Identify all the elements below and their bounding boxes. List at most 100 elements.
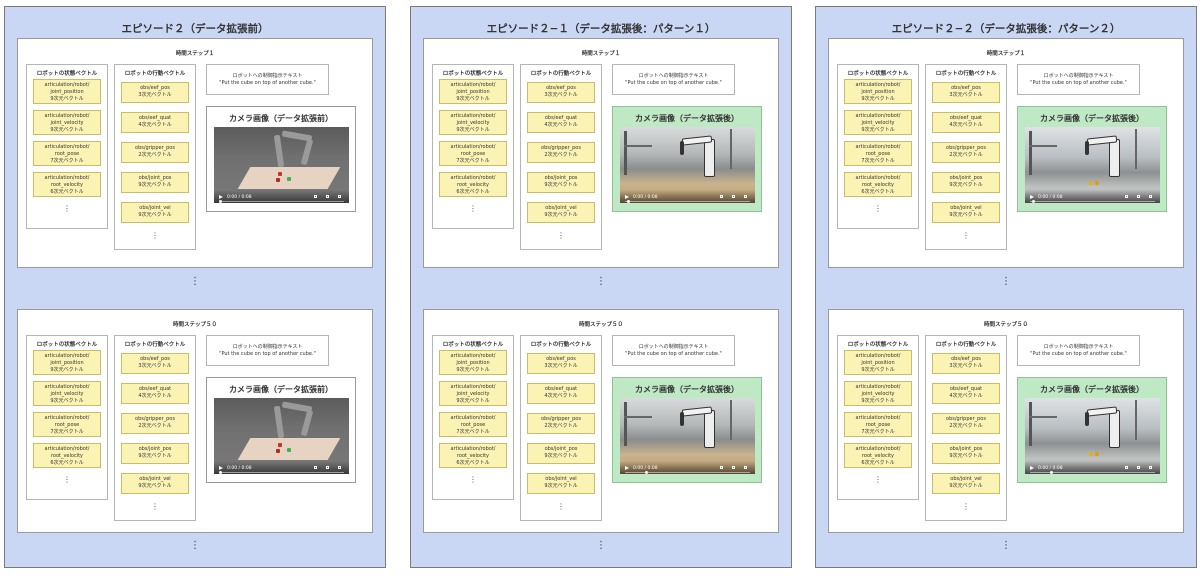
background-shelf (624, 416, 652, 418)
progress-knob[interactable] (645, 471, 648, 474)
camera-video-player[interactable]: 0:00 / 0:08 (620, 398, 755, 474)
progress-knob[interactable] (1050, 471, 1053, 474)
action-vector-item: obs/gripper_pos 2次元ベクトル (121, 142, 189, 163)
instruction-header: ロボットへの制御指示テキスト (638, 73, 709, 79)
state-vector-box: ロボットの状態ベクトル articulation/robot/joint_posi… (432, 64, 514, 229)
action-vector-box: ロボットの行動ベクトル obs/eef_pos 3次元ベクトル obs/eef_qua… (114, 335, 196, 521)
action-vector-item: obs/eef_pos 3次元ベクトル (527, 353, 595, 374)
action-item-line: obs/eef_quat (544, 386, 578, 392)
state-vector-box: ロボットの状態ベクトル articulation/robot/joint_posi… (26, 64, 108, 229)
video-progress-bar[interactable] (219, 200, 344, 203)
state-vector-item: articulation/robot/root_velocity 6次元ベクトル (33, 172, 101, 197)
more-icon[interactable] (744, 466, 747, 469)
more-icon[interactable] (744, 195, 747, 198)
fullscreen-icon[interactable] (326, 466, 329, 469)
camera-video-player[interactable]: 0:00 / 0:08 (620, 127, 755, 203)
state-item-line: articulation/robot/ (450, 353, 496, 359)
action-item-line: 4次元ベクトル (949, 122, 983, 128)
camera-video-player[interactable]: 0:00 / 0:08 (1025, 398, 1160, 474)
video-progress-bar[interactable] (1030, 200, 1155, 203)
play-icon[interactable] (1030, 195, 1034, 199)
action-item-line: 4次元ベクトル (544, 122, 578, 128)
play-icon[interactable] (625, 195, 629, 199)
progress-knob[interactable] (219, 200, 222, 203)
state-item-line: joint_velocity (861, 391, 895, 397)
action-item-line: obs/joint_pos (949, 446, 983, 452)
instruction-text-box: ロボットへの制御指示テキスト "Put the cube on top of an… (206, 335, 329, 366)
state-vector-item: articulation/robot/joint_velocity 9次元ベクトル (33, 381, 101, 406)
instruction-header: ロボットへの制御指示テキスト (1043, 344, 1114, 350)
camera-video-player[interactable]: 0:00 / 0:08 (214, 398, 349, 474)
volume-icon[interactable] (720, 466, 723, 469)
state-item-line: articulation/robot/ (450, 175, 496, 181)
fullscreen-icon[interactable] (326, 195, 329, 198)
state-item-line: articulation/robot/ (855, 175, 901, 181)
play-icon[interactable] (219, 195, 223, 199)
instruction-header: ロボットへの制御指示テキスト (1043, 73, 1114, 79)
play-icon[interactable] (219, 466, 223, 470)
action-item-line: 4次元ベクトル (138, 393, 172, 399)
volume-icon[interactable] (1125, 466, 1128, 469)
volume-icon[interactable] (720, 195, 723, 198)
state-item-line: root_pose (54, 422, 80, 428)
time-step-box: 時間ステップ１ ロボットの状態ベクトル articulation/robot/joi… (423, 38, 779, 268)
action-vector-item: obs/eef_quat 4次元ベクトル (121, 383, 189, 404)
camera-video-player[interactable]: 0:00 / 0:08 (214, 127, 349, 203)
state-vector-item: articulation/robot/root_velocity 6次元ベクトル (33, 443, 101, 468)
state-item-line: 9次元ベクトル (861, 127, 895, 133)
state-item-line: joint_position (456, 360, 490, 366)
state-vector-item: articulation/robot/root_pose 7次元ベクトル (33, 141, 101, 166)
video-progress-bar[interactable] (1030, 471, 1155, 474)
video-time: 0:00 / 0:08 (227, 466, 252, 471)
camera-video-player[interactable]: 0:00 / 0:08 (1025, 127, 1160, 203)
time-step-title: 時間ステップ５０ (983, 322, 1028, 328)
instruction-header: ロボットへの制御指示テキスト (638, 344, 709, 350)
video-controls: 0:00 / 0:08 (620, 190, 755, 203)
progress-knob[interactable] (219, 471, 222, 474)
action-item-line: obs/gripper_pos (946, 145, 986, 151)
play-icon[interactable] (625, 466, 629, 470)
action-vector-box: ロボットの行動ベクトル obs/eef_pos 3次元ベクトル obs/eef_qua… (114, 64, 196, 250)
state-item-line: articulation/robot/ (855, 113, 901, 119)
ellipsis-dots: ⋮ (151, 231, 159, 240)
progress-knob[interactable] (1032, 200, 1035, 203)
time-step-title: 時間ステップ１ (986, 51, 1026, 57)
video-progress-bar[interactable] (625, 471, 750, 474)
state-vector-header: ロボットの状態ベクトル (442, 71, 504, 77)
volume-icon[interactable] (314, 466, 317, 469)
player-icons (1125, 195, 1155, 200)
volume-icon[interactable] (314, 195, 317, 198)
more-icon[interactable] (1149, 466, 1152, 469)
red-cube (276, 178, 280, 182)
video-progress-bar[interactable] (219, 471, 344, 474)
fullscreen-icon[interactable] (1137, 466, 1140, 469)
volume-icon[interactable] (1125, 195, 1128, 198)
more-icon[interactable] (1149, 195, 1152, 198)
background-shelf (730, 400, 732, 440)
action-item-line: 3次元ベクトル (544, 92, 578, 98)
episode-title: エピソード２−２（データ拡張後：パターン２） (891, 23, 1121, 35)
more-icon[interactable] (338, 466, 341, 469)
fullscreen-icon[interactable] (1137, 195, 1140, 198)
action-item-line: 2次元ベクトル (949, 152, 983, 158)
state-vector-header: ロボットの状態ベクトル (847, 342, 909, 348)
progress-knob[interactable] (627, 200, 630, 203)
action-item-line: obs/gripper_pos (135, 416, 175, 422)
fullscreen-icon[interactable] (732, 195, 735, 198)
play-icon[interactable] (1030, 466, 1034, 470)
green-cube (287, 177, 291, 181)
video-progress-bar[interactable] (625, 200, 750, 203)
state-vector-item: articulation/robot/root_velocity 6次元ベクトル (439, 172, 507, 197)
action-item-line: 9次元ベクトル (544, 212, 578, 218)
robot-gripper (680, 141, 684, 155)
more-icon[interactable] (338, 195, 341, 198)
fullscreen-icon[interactable] (732, 466, 735, 469)
video-time: 0:00 / 0:08 (227, 195, 252, 200)
action-item-line: 3次元ベクトル (544, 363, 578, 369)
state-item-line: root_pose (865, 151, 891, 157)
state-vector-item: articulation/robot/joint_velocity 9次元ベクトル (439, 110, 507, 135)
yellow-cube (1095, 452, 1099, 456)
state-vector-header: ロボットの状態ベクトル (36, 342, 98, 348)
video-controls: 0:00 / 0:08 (1025, 461, 1160, 474)
robot-arm-base (273, 134, 285, 168)
